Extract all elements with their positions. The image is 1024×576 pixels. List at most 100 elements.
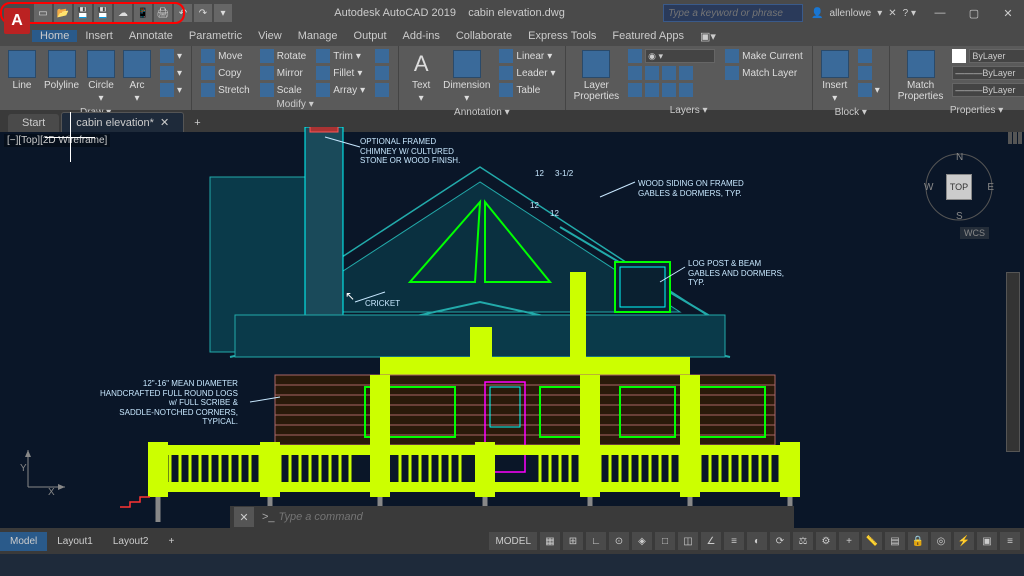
navbar[interactable] xyxy=(1006,272,1020,452)
tab-output[interactable]: Output xyxy=(346,30,395,42)
lineweight-toggle[interactable]: ≡ xyxy=(724,532,744,550)
lineweight-combo[interactable]: ——— ByLayer xyxy=(949,65,1024,81)
offset-button[interactable] xyxy=(372,82,392,98)
trim-button[interactable]: Trim ▾ xyxy=(313,48,368,64)
osnap-toggle[interactable]: □ xyxy=(655,532,675,550)
group-label[interactable]: Annotation ▾ xyxy=(405,106,558,119)
transparency-toggle[interactable]: ◐ xyxy=(747,532,767,550)
array-button[interactable]: Array ▾ xyxy=(313,82,368,98)
model-tab[interactable]: Model xyxy=(0,532,47,551)
tab-addins[interactable]: Add-ins xyxy=(395,30,448,42)
layout2-tab[interactable]: Layout2 xyxy=(103,532,159,551)
plot-icon[interactable]: 🖨 xyxy=(154,4,172,22)
tab-home[interactable]: Home xyxy=(32,30,77,42)
layer-combo[interactable]: ◉ ▾ xyxy=(625,48,718,64)
block-create[interactable] xyxy=(855,48,883,64)
erase-button[interactable] xyxy=(372,48,392,64)
group-label[interactable]: Modify ▾ xyxy=(198,98,392,111)
tab-featured[interactable]: Featured Apps xyxy=(604,30,692,42)
units-toggle[interactable]: 📏 xyxy=(862,532,882,550)
lock-ui-toggle[interactable]: 🔒 xyxy=(908,532,928,550)
stretch-button[interactable]: Stretch xyxy=(198,82,253,98)
viewcube[interactable]: TOP N S E W xyxy=(924,152,994,222)
quickprops-toggle[interactable]: ▤ xyxy=(885,532,905,550)
open-icon[interactable]: 📂 xyxy=(54,4,72,22)
isodraft-toggle[interactable]: ◈ xyxy=(632,532,652,550)
explode-button[interactable] xyxy=(372,65,392,81)
grid-toggle[interactable]: ▦ xyxy=(540,532,560,550)
search-input[interactable] xyxy=(663,4,803,22)
exchange-icon[interactable]: ✕ xyxy=(888,8,896,19)
otrack-toggle[interactable]: ∠ xyxy=(701,532,721,550)
circle-button[interactable]: Circle▾ xyxy=(85,48,117,106)
annotation-scale[interactable]: ⚖ xyxy=(793,532,813,550)
tab-more-icon[interactable]: ▣▾ xyxy=(692,30,724,43)
leader-button[interactable]: Leader ▾ xyxy=(496,65,558,81)
tab-parametric[interactable]: Parametric xyxy=(181,30,250,42)
command-input[interactable] xyxy=(279,511,794,523)
match-props-button[interactable]: Match Properties xyxy=(896,48,946,104)
rotate-button[interactable]: Rotate xyxy=(257,48,309,64)
insert-button[interactable]: Insert▾ xyxy=(819,48,851,106)
saveas-icon[interactable]: 💾 xyxy=(94,4,112,22)
ellipse-button[interactable]: ▾ xyxy=(157,65,185,81)
tab-insert[interactable]: Insert xyxy=(77,30,121,42)
start-tab[interactable]: Start xyxy=(8,114,59,132)
rect-button[interactable]: ▾ xyxy=(157,48,185,64)
save-icon[interactable]: 💾 xyxy=(74,4,92,22)
app-logo[interactable]: A xyxy=(4,8,30,34)
wcs-label[interactable]: WCS xyxy=(960,227,989,239)
snap-toggle[interactable]: ⊞ xyxy=(563,532,583,550)
3dosnap-toggle[interactable]: ◫ xyxy=(678,532,698,550)
mobile-icon[interactable]: 📱 xyxy=(134,4,152,22)
minimize-button[interactable]: — xyxy=(924,3,956,23)
tab-annotate[interactable]: Annotate xyxy=(121,30,181,42)
customize-button[interactable]: ≡ xyxy=(1000,532,1020,550)
polar-toggle[interactable]: ⊙ xyxy=(609,532,629,550)
block-attr[interactable]: ▾ xyxy=(855,82,883,98)
qat-dropdown-icon[interactable]: ▾ xyxy=(214,4,232,22)
scale-button[interactable]: Scale xyxy=(257,82,309,98)
layer-props-button[interactable]: Layer Properties xyxy=(572,48,622,104)
line-button[interactable]: Line xyxy=(6,48,38,93)
layer-tools1[interactable] xyxy=(625,65,718,81)
group-label[interactable]: Properties ▾ xyxy=(896,104,1024,117)
redo-icon[interactable]: ↷ xyxy=(194,4,212,22)
cleanscreen-toggle[interactable]: ▣ xyxy=(977,532,997,550)
tab-manage[interactable]: Manage xyxy=(290,30,346,42)
copy-button[interactable]: Copy xyxy=(198,65,253,81)
make-current-button[interactable]: Make Current xyxy=(722,48,806,64)
fillet-button[interactable]: Fillet ▾ xyxy=(313,65,368,81)
workspace-toggle[interactable]: ⚙ xyxy=(816,532,836,550)
mirror-button[interactable]: Mirror xyxy=(257,65,309,81)
isolate-toggle[interactable]: ◎ xyxy=(931,532,951,550)
tab-collaborate[interactable]: Collaborate xyxy=(448,30,520,42)
text-button[interactable]: AText▾ xyxy=(405,48,437,106)
add-layout-button[interactable]: + xyxy=(158,532,184,551)
linetype-combo[interactable]: ——— ByLayer xyxy=(949,82,1024,98)
viewcube-top[interactable]: TOP xyxy=(946,174,972,200)
new-icon[interactable]: ▭ xyxy=(34,4,52,22)
polyline-button[interactable]: Polyline xyxy=(42,48,81,93)
annotation-monitor[interactable]: + xyxy=(839,532,859,550)
tab-express[interactable]: Express Tools xyxy=(520,30,604,42)
cycling-toggle[interactable]: ⟳ xyxy=(770,532,790,550)
group-label[interactable]: Block ▾ xyxy=(819,106,883,119)
group-label[interactable]: Layers ▾ xyxy=(572,104,806,117)
color-combo[interactable]: ByLayer xyxy=(949,48,1024,64)
undo-icon[interactable]: ↶ xyxy=(174,4,192,22)
move-button[interactable]: Move xyxy=(198,48,253,64)
hardware-toggle[interactable]: ⚡ xyxy=(954,532,974,550)
table-button[interactable]: Table xyxy=(496,82,558,98)
hatch-button[interactable]: ▾ xyxy=(157,82,185,98)
close-button[interactable]: ✕ xyxy=(992,3,1024,23)
ortho-toggle[interactable]: ∟ xyxy=(586,532,606,550)
command-line[interactable]: ✕ >_ xyxy=(230,506,794,528)
user-area[interactable]: 👤 allenlowe ▾ ✕ ? ▾ xyxy=(803,8,924,19)
layout1-tab[interactable]: Layout1 xyxy=(47,532,103,551)
tab-view[interactable]: View xyxy=(250,30,290,42)
linear-button[interactable]: Linear ▾ xyxy=(496,48,558,64)
help-icon[interactable]: ? ▾ xyxy=(903,8,916,19)
viewport-controls[interactable] xyxy=(1008,132,1024,146)
viewport[interactable]: [−][Top][2D Wireframe] xyxy=(0,132,1024,528)
